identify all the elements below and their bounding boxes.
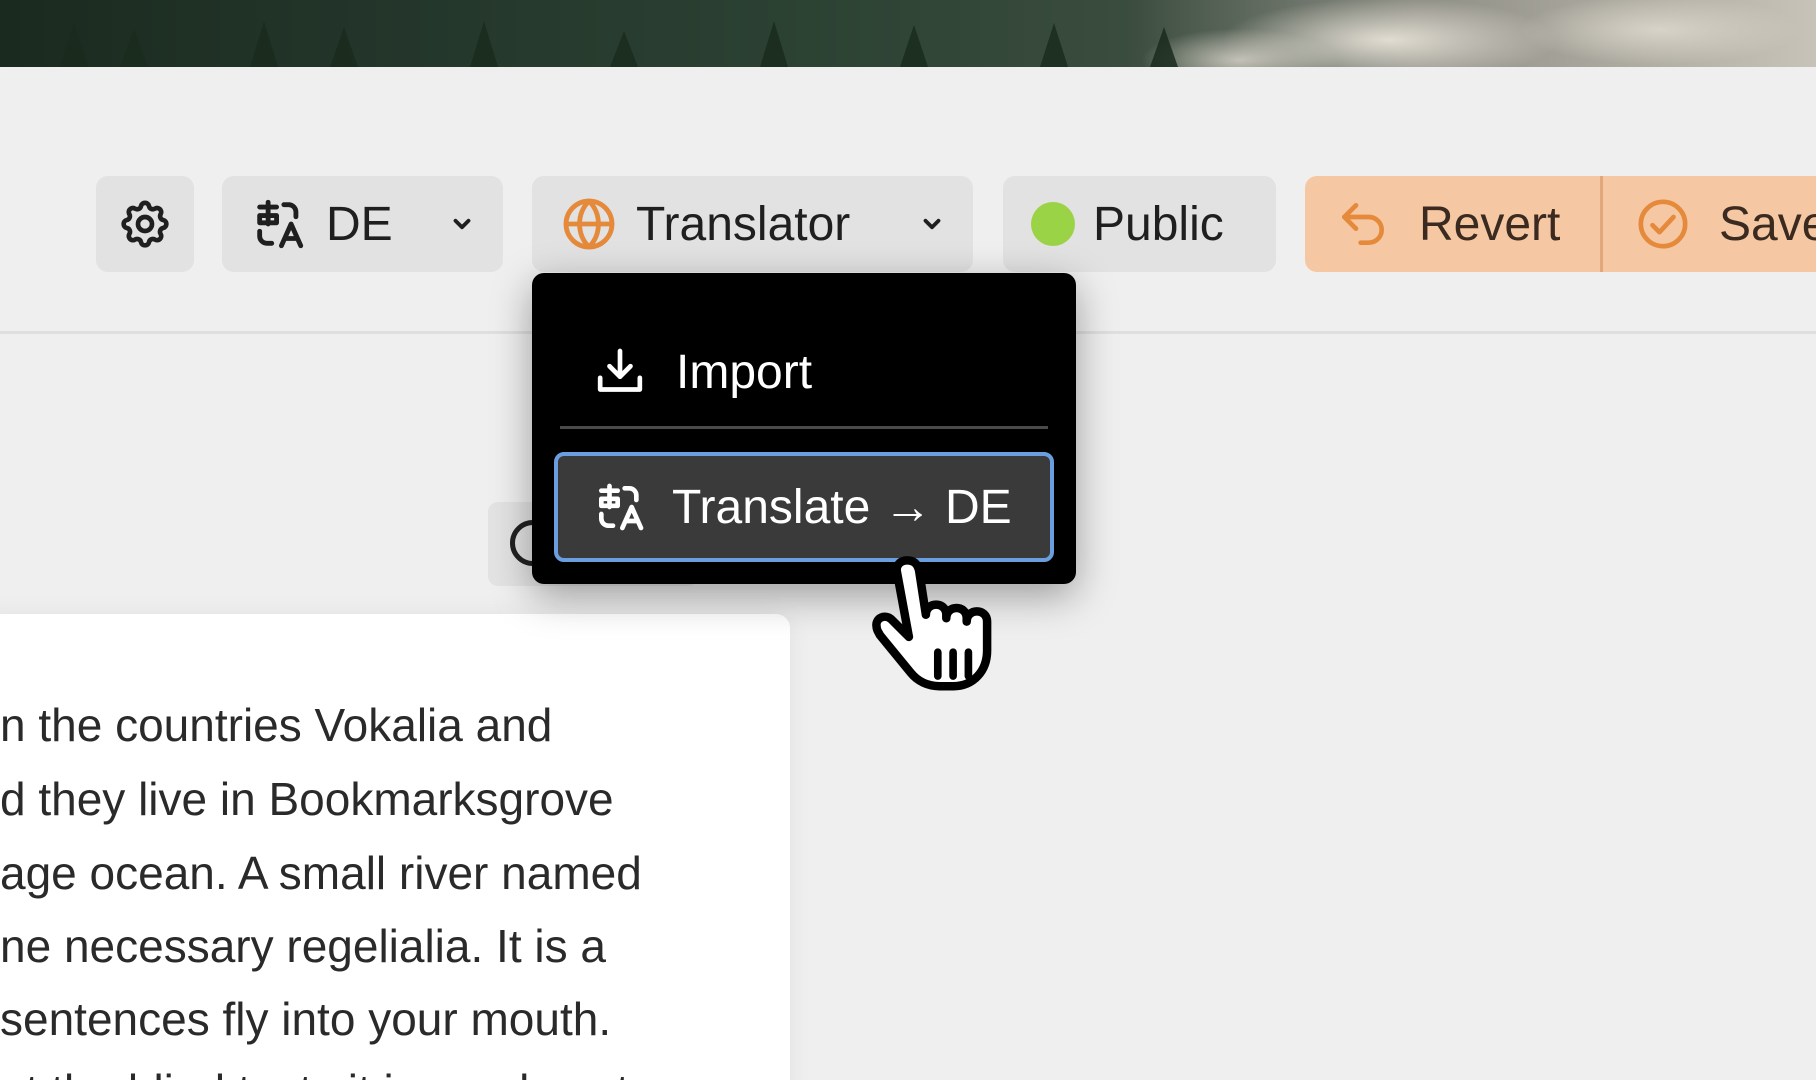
menu-item-import[interactable]: Import (592, 321, 812, 423)
menu-item-label: Translate → DE (672, 480, 1012, 534)
document-panel[interactable]: n the countries Vokalia and d they live … (0, 614, 790, 1080)
status-dot-icon (1031, 202, 1075, 246)
undo-icon (1342, 203, 1384, 246)
document-line: ut the blind texts it is an almost (0, 1064, 629, 1080)
visibility-button[interactable]: Public (1003, 176, 1276, 272)
download-icon (597, 348, 643, 392)
document-line: n the countries Vokalia and (0, 699, 553, 751)
translate-icon (257, 199, 304, 249)
visibility-label: Public (1093, 197, 1224, 251)
document-line: age ocean. A small river named (0, 847, 642, 899)
settings-button[interactable] (96, 176, 194, 272)
translate-icon (599, 483, 644, 531)
revert-label: Revert (1419, 197, 1561, 251)
app-window: DE Translator Public Revert Save n the c… (0, 0, 1816, 1080)
save-button[interactable]: Save (1603, 176, 1816, 272)
globe-icon (563, 198, 615, 250)
language-label: DE (326, 197, 393, 251)
document-line: sentences fly into your mouth. (0, 993, 612, 1045)
language-select-button[interactable]: DE (222, 176, 503, 272)
chevron-down-icon (449, 211, 475, 237)
document-line: ne necessary regelialia. It is a (0, 920, 606, 972)
document-line: d they live in Bookmarksgrove (0, 773, 614, 825)
gear-icon (121, 200, 169, 248)
revert-button[interactable]: Revert (1305, 176, 1600, 272)
check-circle-icon (1638, 199, 1688, 249)
chevron-down-icon (919, 211, 945, 237)
save-label: Save (1719, 197, 1816, 251)
translator-dropdown-menu: Import Translate → DE (532, 273, 1076, 584)
menu-divider (560, 426, 1048, 429)
hand-pointer-cursor-icon (872, 556, 992, 691)
translator-dropdown-button[interactable]: Translator (532, 176, 973, 272)
menu-item-label: Import (676, 345, 813, 399)
header-banner-image (0, 0, 1816, 67)
translator-label: Translator (636, 197, 851, 251)
action-button-group: Revert Save (1305, 176, 1816, 272)
